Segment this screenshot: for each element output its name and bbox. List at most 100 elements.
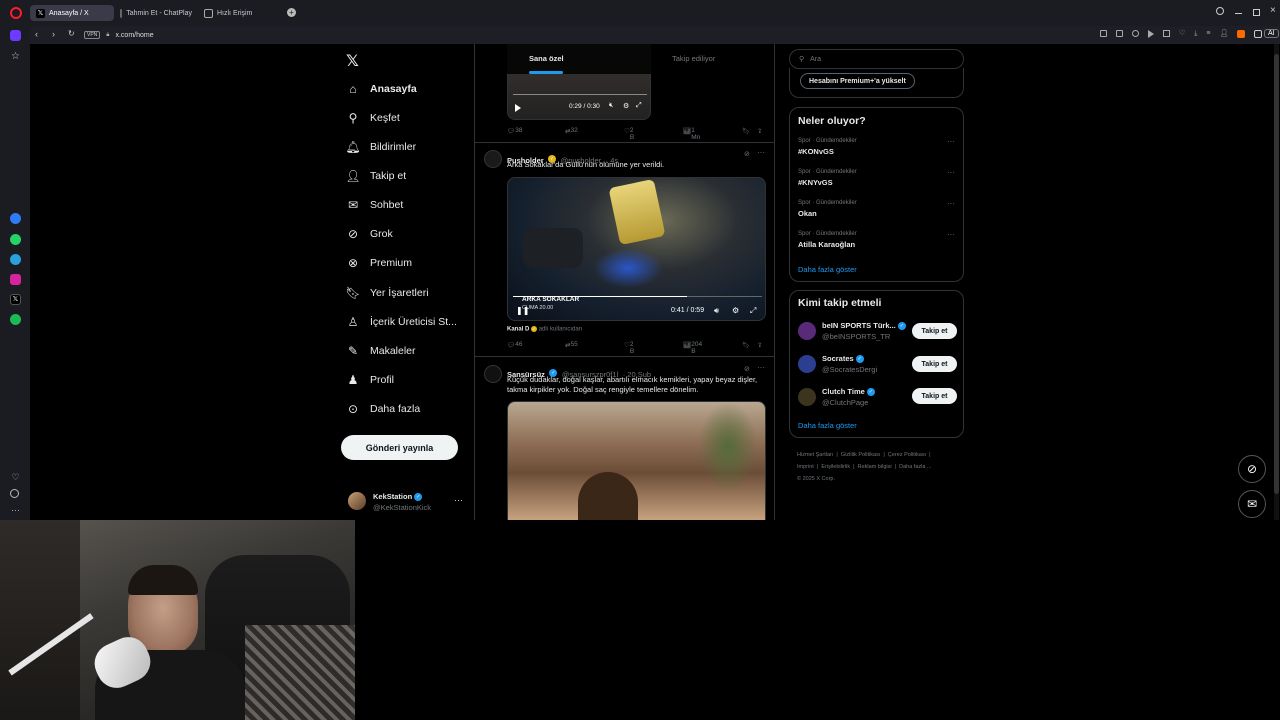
- download-icon[interactable]: [1132, 30, 1139, 37]
- minimize-icon[interactable]: [1235, 13, 1242, 14]
- more-icon[interactable]: ···: [757, 363, 765, 372]
- footer-link[interactable]: Erişilebilirlik: [821, 464, 850, 470]
- like-button[interactable]: ♡ 2 B: [624, 127, 634, 141]
- volume-icon[interactable]: 🔇︎: [609, 102, 613, 110]
- views-button[interactable]: 📊︎ 204 B: [683, 341, 702, 355]
- source-name[interactable]: Kanal D: [507, 327, 529, 333]
- vpn-badge[interactable]: VPN: [84, 31, 101, 39]
- heart-sidebar-icon[interactable]: ♡: [10, 472, 21, 483]
- settings-icon[interactable]: ⚙: [623, 102, 629, 110]
- url-field[interactable]: VPN 🔒︎ x.com/home: [84, 29, 1094, 41]
- extension-icon[interactable]: [1237, 30, 1246, 38]
- tab-for-you[interactable]: Sana özel: [529, 54, 564, 63]
- close-icon[interactable]: ×: [1270, 5, 1276, 16]
- bookmark-icon[interactable]: 🔖︎: [742, 341, 750, 349]
- scrollbar[interactable]: [1274, 44, 1279, 520]
- grok-icon[interactable]: ⊘: [744, 150, 750, 158]
- share-icon[interactable]: [1163, 30, 1170, 37]
- new-tab-icon[interactable]: +: [287, 8, 296, 17]
- x-logo-icon[interactable]: 𝕏: [346, 51, 359, 71]
- opera-logo-icon[interactable]: [10, 7, 22, 19]
- follow-button[interactable]: Takip et: [912, 388, 957, 404]
- search-tabs-icon[interactable]: [1216, 7, 1224, 15]
- suggested-name[interactable]: Socrates ✓: [822, 354, 864, 364]
- trend-more-icon[interactable]: ···: [947, 137, 955, 146]
- like-button[interactable]: ♡ 2 B: [624, 341, 634, 355]
- nav-bookmarks[interactable]: 🔖︎ Yer İşaretleri: [345, 282, 428, 304]
- avatar[interactable]: [798, 322, 816, 340]
- avatar[interactable]: [798, 355, 816, 373]
- repost-button[interactable]: ⇄ 55: [565, 341, 578, 349]
- camera-icon[interactable]: [1116, 30, 1123, 37]
- trends-show-more[interactable]: Daha fazla göster: [798, 265, 857, 274]
- trend-name[interactable]: #KNYvGS: [798, 178, 833, 187]
- grok-icon[interactable]: ⊘: [744, 365, 750, 373]
- tab-following[interactable]: Takip ediliyor: [672, 54, 715, 63]
- forward-icon[interactable]: ›: [52, 29, 55, 39]
- post-button[interactable]: Gönderi yayınla: [341, 435, 458, 460]
- play-icon[interactable]: [515, 104, 521, 112]
- footer-link[interactable]: Gizlilik Politikası: [841, 452, 880, 458]
- nav-more[interactable]: ⊙ Daha fazla: [346, 398, 420, 420]
- tab-quick-access[interactable]: Hızlı Erişim: [198, 5, 282, 21]
- views-button[interactable]: 📊︎ 1 Mn: [683, 127, 700, 141]
- trend-more-icon[interactable]: ···: [947, 199, 955, 208]
- repost-button[interactable]: ⇄ 32: [565, 127, 578, 135]
- premium-upgrade-button[interactable]: Hesabını Premium+'a yükselt: [800, 73, 915, 89]
- box-icon[interactable]: [1254, 30, 1263, 38]
- footer-link[interactable]: Hizmet Şartları: [797, 452, 833, 458]
- tab-chatplay[interactable]: Tahmin Et - ChatPlay: [114, 5, 198, 21]
- video-progress-bar[interactable]: [513, 94, 647, 95]
- nav-creator-studio[interactable]: ♙ İçerik Üreticisi St...: [346, 311, 457, 333]
- fullscreen-icon[interactable]: ⤢: [750, 306, 756, 316]
- reply-button[interactable]: 💬︎ 46: [507, 341, 523, 349]
- history-icon[interactable]: [10, 489, 19, 498]
- fullscreen-icon[interactable]: ⤢: [636, 102, 642, 110]
- reply-button[interactable]: 💬︎ 38: [507, 127, 523, 135]
- nav-profile[interactable]: ♟ Profil: [346, 369, 394, 391]
- avatar[interactable]: [798, 388, 816, 406]
- trend-more-icon[interactable]: ···: [947, 230, 955, 239]
- back-icon[interactable]: ‹: [35, 29, 38, 39]
- pause-icon[interactable]: ❚❚: [516, 306, 529, 315]
- trend-more-icon[interactable]: ···: [947, 168, 955, 177]
- nav-follow[interactable]: 👤︎ Takip et: [345, 165, 406, 187]
- account-more-icon[interactable]: ···: [454, 495, 463, 505]
- follow-button[interactable]: Takip et: [912, 323, 957, 339]
- nav-grok[interactable]: ⊘ Grok: [346, 223, 393, 245]
- footer-link[interactable]: Imprint: [797, 464, 814, 470]
- tab-x-home[interactable]: 𝕏 Anasayfa / X: [30, 5, 114, 21]
- screenshot-icon[interactable]: [1100, 30, 1107, 37]
- share-icon[interactable]: ⇪: [757, 341, 762, 349]
- trend-name[interactable]: #KONvGS: [798, 147, 834, 156]
- nav-premium[interactable]: ⊗ Premium: [346, 252, 412, 274]
- telegram-icon[interactable]: [10, 254, 21, 265]
- search-input[interactable]: ⚲ Ara: [789, 49, 964, 69]
- instagram-icon[interactable]: [10, 274, 21, 285]
- whatsapp-icon[interactable]: [10, 234, 21, 245]
- suggested-name[interactable]: Clutch Time ✓: [822, 387, 875, 397]
- play-icon[interactable]: [1148, 30, 1154, 38]
- home-shortcut-icon[interactable]: [10, 30, 21, 41]
- account-switcher[interactable]: KekStation ✓ @KekStationKick ···: [346, 490, 466, 514]
- messenger-icon[interactable]: [10, 213, 21, 224]
- bookmark-icon[interactable]: 🔖︎: [742, 127, 750, 135]
- post1-video[interactable]: ARKA SOKAKLAR CUMA 20.00 ❚❚ 0:41 / 0:59 …: [507, 177, 766, 321]
- nav-messages[interactable]: ✉ Sohbet: [346, 194, 403, 216]
- spotify-icon[interactable]: [10, 314, 21, 325]
- reload-icon[interactable]: ↻: [68, 29, 75, 38]
- avatar[interactable]: [484, 365, 502, 383]
- footer-link[interactable]: Çerez Politikası: [888, 452, 926, 458]
- x-sidebar-icon[interactable]: 𝕏: [10, 294, 21, 305]
- scrollbar-thumb[interactable]: [1274, 54, 1279, 494]
- downloads-icon[interactable]: ⤓: [1194, 30, 1197, 38]
- more-sidebar-icon[interactable]: ···: [10, 505, 21, 516]
- avatar[interactable]: [484, 150, 502, 168]
- nav-notifications[interactable]: 🔔︎ Bildirimler: [345, 136, 416, 158]
- ai-button[interactable]: AI: [1264, 29, 1279, 38]
- share-icon[interactable]: ⇪: [757, 127, 762, 135]
- who-show-more[interactable]: Daha fazla göster: [798, 421, 857, 430]
- footer-link[interactable]: Daha fazla ...: [899, 464, 931, 470]
- suggested-name[interactable]: beIN SPORTS Türk... ✓: [822, 321, 906, 331]
- grok-fab-icon[interactable]: ⊘: [1238, 455, 1266, 483]
